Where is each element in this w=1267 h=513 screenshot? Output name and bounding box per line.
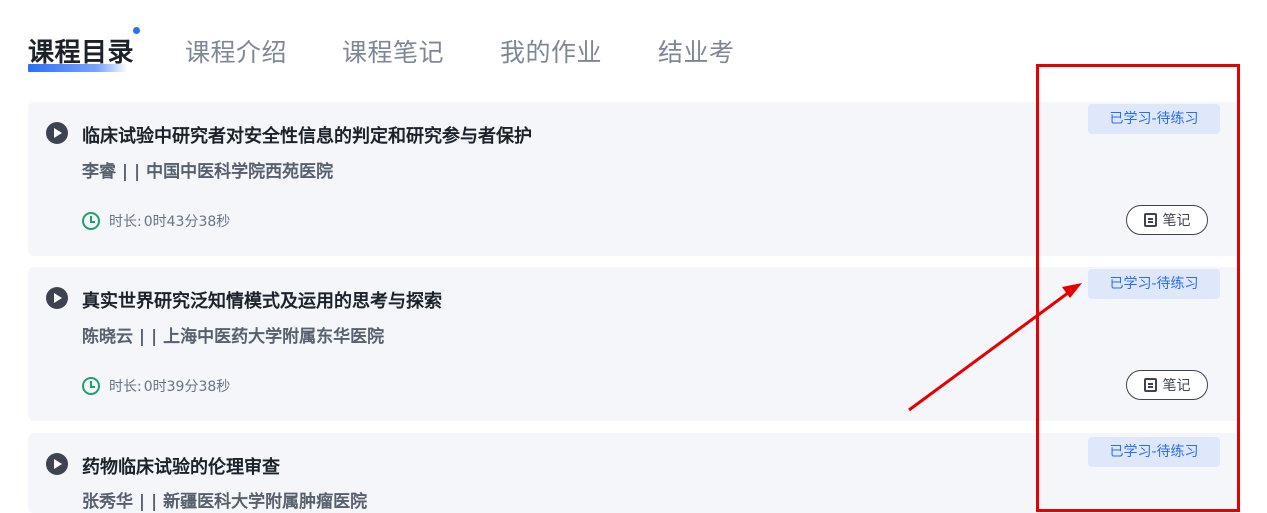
course-teacher: 李睿 | | 中国中医科学院西苑医院: [82, 162, 334, 182]
duration-label: 时长:: [109, 379, 142, 395]
course-teacher: 陈晓云 | | 上海中医药大学附属东华医院: [82, 327, 385, 347]
course-title[interactable]: 真实世界研究泛知情模式及运用的思考与探索: [82, 287, 442, 313]
course-duration: 时长: 0时43分38秒: [82, 211, 230, 231]
play-icon[interactable]: [46, 287, 68, 309]
tab-final-exam[interactable]: 结业考: [658, 33, 735, 69]
course-teacher: 张秀华 | | 新疆医科大学附属肿瘤医院: [82, 492, 368, 512]
play-icon[interactable]: [46, 453, 68, 475]
duration-value: 0时39分38秒: [143, 379, 231, 395]
active-tab-underline: [28, 64, 128, 72]
course-duration: 时长: 0时39分38秒: [82, 376, 230, 396]
tab-course-intro[interactable]: 课程介绍: [185, 33, 287, 69]
clock-icon: [82, 377, 100, 395]
play-icon[interactable]: [46, 122, 68, 144]
tab-my-homework[interactable]: 我的作业: [500, 33, 602, 69]
tab-course-notes[interactable]: 课程笔记: [342, 33, 444, 69]
annotation-highlight-box: [1036, 64, 1240, 512]
course-title[interactable]: 药物临床试验的伦理审查: [82, 453, 280, 479]
course-tabs: [28, 0, 928, 80]
duration-label: 时长:: [109, 214, 142, 230]
active-tab-dot: [133, 27, 140, 34]
clock-icon: [82, 212, 100, 230]
course-title[interactable]: 临床试验中研究者对安全性信息的判定和研究参与者保护: [82, 122, 532, 148]
duration-value: 0时43分38秒: [143, 214, 231, 230]
